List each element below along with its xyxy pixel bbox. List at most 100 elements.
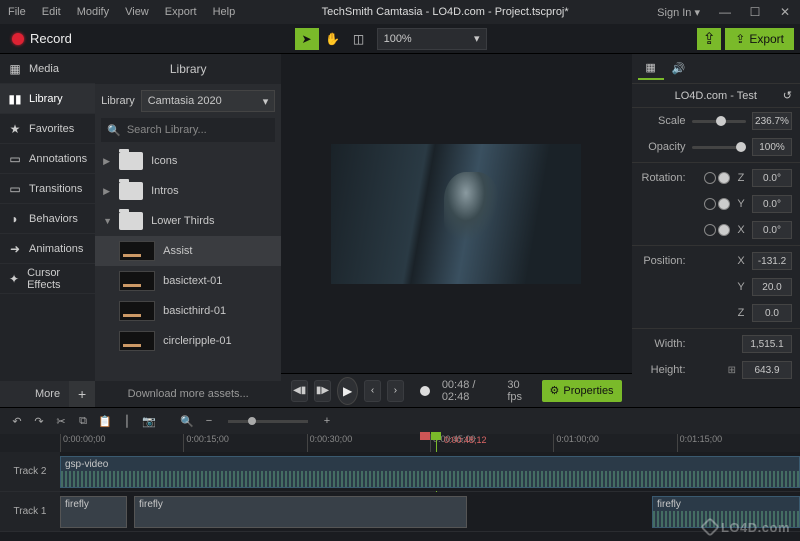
sidebar-item-favorites[interactable]: ★Favorites <box>0 114 95 144</box>
sidebar-item-cursor-effects[interactable]: ✦Cursor Effects <box>0 264 95 294</box>
timeline-clip[interactable]: firefly <box>60 496 127 528</box>
rotation-z-value[interactable]: 0.0° <box>752 169 792 187</box>
next-button[interactable]: › <box>387 380 404 402</box>
export-button[interactable]: ⇪Export <box>725 28 794 50</box>
scale-value[interactable]: 236.7% <box>752 112 792 130</box>
split-button[interactable]: ⎮ <box>118 412 136 430</box>
sidebar-more[interactable]: More + <box>0 381 95 407</box>
menu-export[interactable]: Export <box>157 6 205 18</box>
crop-tool[interactable]: ◫ <box>347 28 371 50</box>
copy-button[interactable]: ⧉ <box>74 412 92 430</box>
snapshot-button[interactable]: 📷 <box>140 412 158 430</box>
close-button[interactable]: ✕ <box>770 5 800 19</box>
library-asset[interactable]: basicthird-01 <box>95 296 281 326</box>
track-header[interactable]: Track 1 <box>0 492 60 531</box>
paste-button[interactable]: 📋 <box>96 412 114 430</box>
hand-tool[interactable]: ✋ <box>321 28 345 50</box>
zoom-in-button[interactable]: + <box>318 412 336 430</box>
download-assets-link[interactable]: Download more assets... <box>95 381 281 407</box>
sign-in[interactable]: Sign In ▾ <box>647 6 710 19</box>
menu-file[interactable]: File <box>0 6 34 18</box>
record-button[interactable]: Record <box>0 31 84 46</box>
timeline-zoom-slider[interactable] <box>228 420 308 423</box>
menu-modify[interactable]: Modify <box>69 6 117 18</box>
maximize-button[interactable]: ☐ <box>740 5 770 19</box>
property-tab-visual[interactable]: ▦ <box>638 58 664 80</box>
canvas-zoom-select[interactable]: 100%▾ <box>377 28 487 50</box>
library-dropdown[interactable]: Camtasia 2020▾ <box>141 90 276 112</box>
position-z-value[interactable]: 0.0 <box>752 304 792 322</box>
chevron-down-icon: ▾ <box>263 95 269 108</box>
track-header[interactable]: Track 2 <box>0 452 60 491</box>
search-icon: 🔍 <box>107 124 121 137</box>
library-panel: Library Library Camtasia 2020▾ 🔍 Search … <box>95 54 281 407</box>
scrubber-handle[interactable] <box>420 386 430 396</box>
property-tab-audio[interactable]: 🔊 <box>666 58 692 80</box>
play-button[interactable]: ▶ <box>337 377 358 405</box>
opacity-slider[interactable] <box>692 146 746 149</box>
library-asset[interactable]: Assist <box>95 236 281 266</box>
library-search[interactable]: 🔍 Search Library... <box>101 118 275 142</box>
library-folder-icons[interactable]: ▶Icons <box>95 146 281 176</box>
redo-button[interactable]: ↷ <box>30 412 48 430</box>
timeline-clip[interactable]: gsp-video <box>60 456 800 488</box>
sidebar-item-annotations[interactable]: ▭Annotations <box>0 144 95 174</box>
rotation-x-icon[interactable] <box>702 224 730 236</box>
undo-button[interactable]: ↶ <box>8 412 26 430</box>
sidebar-item-transitions[interactable]: ▭Transitions <box>0 174 95 204</box>
library-asset[interactable]: basictext-01 <box>95 266 281 296</box>
library-folder-lower-thirds[interactable]: ▼Lower Thirds <box>95 206 281 236</box>
fps-display: 30 fps <box>507 379 529 403</box>
position-y-value[interactable]: 20.0 <box>752 278 792 296</box>
position-x-value[interactable]: -131.2 <box>752 252 792 270</box>
width-label: Width: <box>640 338 686 350</box>
titlebar: File Edit Modify View Export Help TechSm… <box>0 0 800 24</box>
zoom-out-button[interactable]: − <box>200 412 218 430</box>
position-label: Position: <box>640 255 686 267</box>
next-frame-button[interactable]: ▮▶ <box>314 380 331 402</box>
minimize-button[interactable]: — <box>710 5 740 19</box>
cursor-icon: ✦ <box>8 272 20 286</box>
time-display: 00:48 / 02:48 <box>442 379 490 403</box>
sidebar-item-animations[interactable]: ➜Animations <box>0 234 95 264</box>
prev-button[interactable]: ‹ <box>364 380 381 402</box>
rotation-label: Rotation: <box>640 172 686 184</box>
properties-button[interactable]: ⚙Properties <box>542 380 622 402</box>
sidebar-item-behaviors[interactable]: ◗Behaviors <box>0 204 95 234</box>
add-button[interactable]: + <box>69 381 95 407</box>
rotation-z-icon[interactable] <box>702 172 730 184</box>
transitions-icon: ▭ <box>8 182 22 196</box>
library-folder-intros[interactable]: ▶Intros <box>95 176 281 206</box>
reset-icon[interactable]: ↺ <box>783 89 792 102</box>
menu-help[interactable]: Help <box>205 6 244 18</box>
video-preview[interactable] <box>331 144 581 284</box>
arrow-tool[interactable]: ➤ <box>295 28 319 50</box>
track-body[interactable]: firefly firefly firefly <box>60 492 800 531</box>
track-body[interactable]: gsp-video <box>60 452 800 491</box>
toolbar: Record ➤ ✋ ◫ 100%▾ ⇪ ⇪Export <box>0 24 800 54</box>
rotation-y-value[interactable]: 0.0° <box>752 195 792 213</box>
scale-slider[interactable] <box>692 120 746 123</box>
library-asset[interactable]: circleripple-01 <box>95 326 281 356</box>
sidebar: ▦Media ▮▮Library ★Favorites ▭Annotations… <box>0 54 95 407</box>
cut-button[interactable]: ✂ <box>52 412 70 430</box>
height-value[interactable]: 643.9 <box>742 361 792 379</box>
width-value[interactable]: 1,515.1 <box>742 335 792 353</box>
timeline-ruler[interactable]: 0:00:00;00 0:00:15;00 0:00:30;00 0:00:45… <box>0 434 800 452</box>
menu-edit[interactable]: Edit <box>34 6 69 18</box>
track-row: Track 2 gsp-video <box>0 452 800 492</box>
zoom-fit-button[interactable]: 🔍 <box>178 412 196 430</box>
timeline-clip[interactable]: firefly <box>134 496 467 528</box>
folder-icon <box>119 152 143 170</box>
lock-icon[interactable]: ⊞ <box>728 365 736 376</box>
asset-thumbnail <box>119 331 155 351</box>
canvas[interactable] <box>281 54 631 373</box>
share-button[interactable]: ⇪ <box>697 28 721 50</box>
prev-frame-button[interactable]: ◀▮ <box>291 380 308 402</box>
opacity-value[interactable]: 100% <box>752 138 792 156</box>
rotation-x-value[interactable]: 0.0° <box>752 221 792 239</box>
menu-view[interactable]: View <box>117 6 157 18</box>
rotation-y-icon[interactable] <box>702 198 730 210</box>
sidebar-item-library[interactable]: ▮▮Library <box>0 84 95 114</box>
sidebar-item-media[interactable]: ▦Media <box>0 54 95 84</box>
